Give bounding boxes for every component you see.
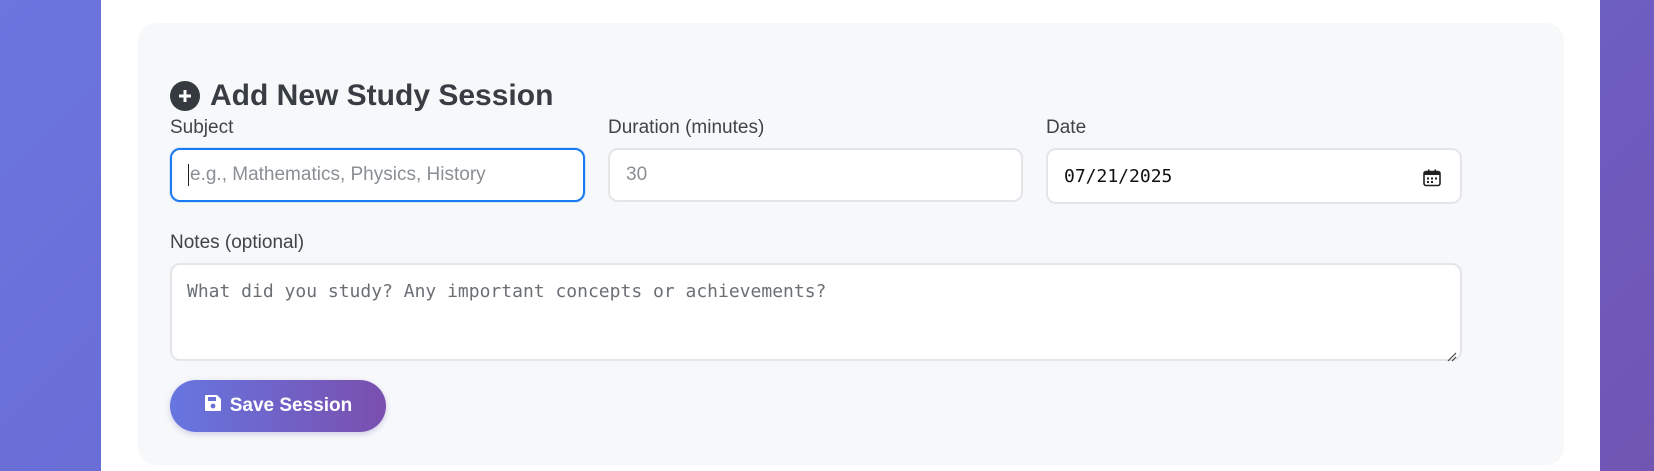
resize-handle-icon[interactable] [1447, 346, 1457, 362]
form-title: Add New Study Session [170, 76, 553, 116]
duration-input[interactable]: 30 [608, 148, 1023, 202]
floppy-disk-icon [204, 394, 222, 418]
save-button-label: Save Session [229, 395, 353, 416]
subject-placeholder: e.g., Mathematics, Physics, History [190, 164, 486, 185]
date-label: Date [1046, 117, 1087, 138]
notes-label: Notes (optional) [170, 232, 305, 253]
add-session-form: Add New Study Session Subject e.g., Math… [138, 23, 1564, 465]
calendar-icon[interactable] [1422, 168, 1442, 188]
text-caret [188, 164, 189, 186]
form-title-text: Add New Study Session [210, 79, 554, 112]
plus-circle-icon [170, 81, 200, 111]
save-session-button[interactable]: Save Session [170, 380, 386, 432]
subject-label: Subject [170, 117, 234, 138]
page-card: Add New Study Session Subject e.g., Math… [101, 0, 1600, 471]
notes-textarea[interactable]: What did you study? Any important concep… [170, 263, 1462, 362]
subject-input[interactable]: e.g., Mathematics, Physics, History [170, 148, 585, 202]
duration-placeholder: 30 [626, 164, 648, 185]
date-value: 07/21/2025 [1064, 165, 1173, 187]
date-input[interactable]: 07/21/2025 [1046, 148, 1462, 204]
duration-label: Duration (minutes) [608, 117, 765, 138]
notes-placeholder: What did you study? Any important concep… [187, 281, 827, 302]
